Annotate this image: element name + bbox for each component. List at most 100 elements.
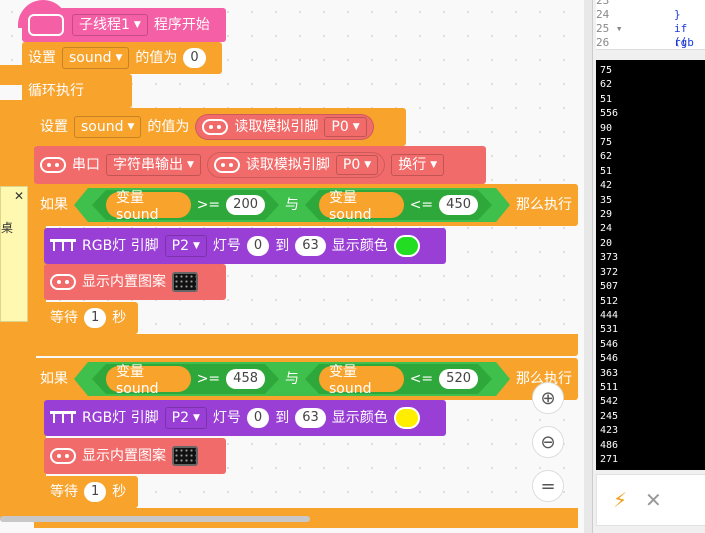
threshold-input[interactable]: 520 bbox=[439, 369, 478, 389]
wait-block-1[interactable]: 等待 1 秒 bbox=[44, 302, 138, 334]
color-label: 显示颜色 bbox=[331, 238, 388, 254]
right-panel: 23 24} 25 ▾ if ((26 rgb 75 62 51 556 90 75 62 51 42 3… bbox=[592, 0, 705, 533]
var-dropdown[interactable]: sound ▼ bbox=[74, 116, 142, 138]
pin-dropdown[interactable]: P0 ▼ bbox=[324, 117, 367, 137]
compare-2[interactable]: 变量 sound <= 520 bbox=[305, 364, 492, 394]
rgb-block-2[interactable]: RGB灯 引脚 P2 ▼ 灯号 0 到 63 显示颜色 bbox=[44, 400, 446, 436]
compare-2[interactable]: 变量 sound <= 450 bbox=[305, 190, 492, 220]
io-icon bbox=[50, 448, 76, 464]
horizontal-scrollbar[interactable] bbox=[0, 516, 310, 522]
if-block-2[interactable]: 如果 变量 sound >= 458 与 变量 sound <= 520 那么执… bbox=[34, 358, 578, 400]
value-label: 的值为 bbox=[147, 119, 190, 135]
lamp-to-input[interactable]: 63 bbox=[295, 408, 326, 428]
sound-variable[interactable]: 变量 sound bbox=[319, 366, 404, 392]
zoom-reset-button[interactable]: = bbox=[532, 470, 564, 502]
compare-1[interactable]: 变量 sound >= 458 bbox=[92, 364, 279, 394]
serial-line: 51 bbox=[600, 93, 613, 105]
color-picker[interactable] bbox=[393, 235, 420, 257]
serial-line: 373 bbox=[600, 252, 619, 264]
io-icon bbox=[50, 274, 76, 290]
zoom-out-button[interactable]: ⊖ bbox=[532, 426, 564, 458]
loop-block[interactable]: 循环执行 bbox=[22, 74, 132, 108]
serial-mode-dropdown[interactable]: 字符串输出 ▼ bbox=[106, 154, 201, 176]
analog-read-reporter[interactable]: 读取模拟引脚 P0 ▼ bbox=[195, 114, 374, 140]
show-label: 显示内置图案 bbox=[82, 448, 166, 464]
serial-line: 245 bbox=[600, 410, 619, 422]
threshold-input[interactable]: 200 bbox=[226, 195, 265, 215]
serial-line: 75 bbox=[600, 65, 613, 76]
loop-label: 循环执行 bbox=[28, 83, 84, 99]
if-label: 如果 bbox=[40, 371, 68, 387]
serial-line: 75 bbox=[600, 137, 613, 149]
io-icon bbox=[202, 119, 229, 135]
comment-tooltip[interactable]: ✕ 桌 bbox=[0, 186, 28, 322]
analog-read-reporter[interactable]: 读取模拟引脚 P0 ▼ bbox=[206, 152, 386, 178]
and-label: 与 bbox=[285, 371, 299, 387]
serial-output-block[interactable]: 串口 字符串输出 ▼ 读取模拟引脚 P0 ▼ 换行 ▼ bbox=[34, 146, 486, 184]
lamp-label: 灯号 bbox=[212, 410, 241, 426]
serial-line: 507 bbox=[600, 281, 619, 293]
code-preview: 23 24} 25 ▾ if ((26 rgb bbox=[596, 0, 705, 50]
compare-1[interactable]: 变量 sound >= 200 bbox=[92, 190, 279, 220]
value-input[interactable]: 0 bbox=[183, 48, 206, 68]
threshold-input[interactable]: 458 bbox=[226, 369, 265, 389]
operator: >= bbox=[196, 371, 221, 387]
lamp-from-input[interactable]: 0 bbox=[246, 236, 270, 256]
show-image-block-1[interactable]: 显示内置图案 bbox=[44, 264, 226, 300]
block-workspace[interactable]: 子线程1 ▼ 程序开始 设置 sound ▼ 的值为 0 循环执行 设置 sound… bbox=[0, 0, 585, 533]
io-icon bbox=[40, 157, 66, 173]
rgb-block-1[interactable]: RGB灯 引脚 P2 ▼ 灯号 0 到 63 显示颜色 bbox=[44, 228, 446, 264]
zoom-in-button[interactable]: ⊕ bbox=[532, 382, 564, 414]
vertical-scrollbar[interactable] bbox=[584, 0, 592, 533]
pin-dropdown[interactable]: P2 ▼ bbox=[164, 407, 207, 429]
operator: >= bbox=[196, 197, 221, 213]
set-label: 设置 bbox=[28, 50, 56, 66]
serial-line: 363 bbox=[600, 367, 619, 379]
lamp-from-input[interactable]: 0 bbox=[246, 408, 270, 428]
led-matrix-picker[interactable] bbox=[172, 272, 198, 292]
close-icon[interactable]: ✕ bbox=[14, 189, 24, 203]
io-icon bbox=[213, 157, 240, 173]
if-block-1[interactable]: 如果 变量 sound >= 200 与 变量 sound <= 450 那么执… bbox=[34, 184, 578, 226]
to-label: 到 bbox=[275, 410, 290, 426]
newline-dropdown[interactable]: 换行 ▼ bbox=[391, 154, 445, 176]
to-label: 到 bbox=[275, 238, 290, 254]
lamp-to-input[interactable]: 63 bbox=[295, 236, 326, 256]
serial-line: 35 bbox=[600, 194, 613, 206]
serial-line: 511 bbox=[600, 381, 619, 393]
sound-variable[interactable]: 变量 sound bbox=[106, 192, 191, 218]
pin-dropdown[interactable]: P0 ▼ bbox=[335, 155, 379, 175]
usb-connect-icon[interactable]: ⚡ bbox=[613, 488, 627, 512]
serial-line: 29 bbox=[600, 209, 613, 221]
zoom-reset-icon: = bbox=[540, 475, 556, 497]
var-dropdown[interactable]: sound ▼ bbox=[62, 47, 130, 69]
serial-line: 24 bbox=[600, 223, 613, 235]
tooltip-text: 桌 bbox=[1, 221, 14, 235]
led-matrix-picker[interactable] bbox=[172, 446, 198, 466]
serial-line: 444 bbox=[600, 309, 619, 321]
and-condition[interactable]: 变量 sound >= 200 与 变量 sound <= 450 bbox=[74, 188, 510, 222]
threshold-input[interactable]: 450 bbox=[439, 195, 478, 215]
sound-variable[interactable]: 变量 sound bbox=[319, 192, 404, 218]
code-line-number: 26 bbox=[596, 36, 610, 49]
show-image-block-2[interactable]: 显示内置图案 bbox=[44, 438, 226, 474]
set-sound-block[interactable]: 设置 sound ▼ 的值为 0 bbox=[22, 42, 222, 74]
sound-variable[interactable]: 变量 sound bbox=[106, 366, 191, 392]
serial-line: 542 bbox=[600, 396, 619, 408]
usb-status: ⚡ ✕ bbox=[596, 474, 705, 526]
hat-content: 子线程1 ▼ 程序开始 bbox=[72, 14, 210, 36]
wait-input[interactable]: 1 bbox=[84, 308, 107, 328]
serial-line: 546 bbox=[600, 338, 619, 350]
set-sound-analog-block[interactable]: 设置 sound ▼ 的值为 读取模拟引脚 P0 ▼ bbox=[34, 108, 406, 146]
color-picker[interactable] bbox=[393, 407, 420, 429]
wait-input[interactable]: 1 bbox=[84, 482, 107, 502]
usb-disconnect-icon[interactable]: ✕ bbox=[645, 488, 662, 512]
and-condition[interactable]: 变量 sound >= 458 与 变量 sound <= 520 bbox=[74, 362, 510, 396]
seconds-label: 秒 bbox=[112, 310, 127, 326]
thread-dropdown[interactable]: 子线程1 ▼ bbox=[72, 14, 148, 36]
zoom-out-icon: ⊖ bbox=[540, 431, 556, 453]
wait-block-2[interactable]: 等待 1 秒 bbox=[44, 476, 138, 508]
set-label: 设置 bbox=[40, 119, 68, 135]
if-footer-1 bbox=[34, 334, 578, 356]
pin-dropdown[interactable]: P2 ▼ bbox=[164, 235, 207, 257]
